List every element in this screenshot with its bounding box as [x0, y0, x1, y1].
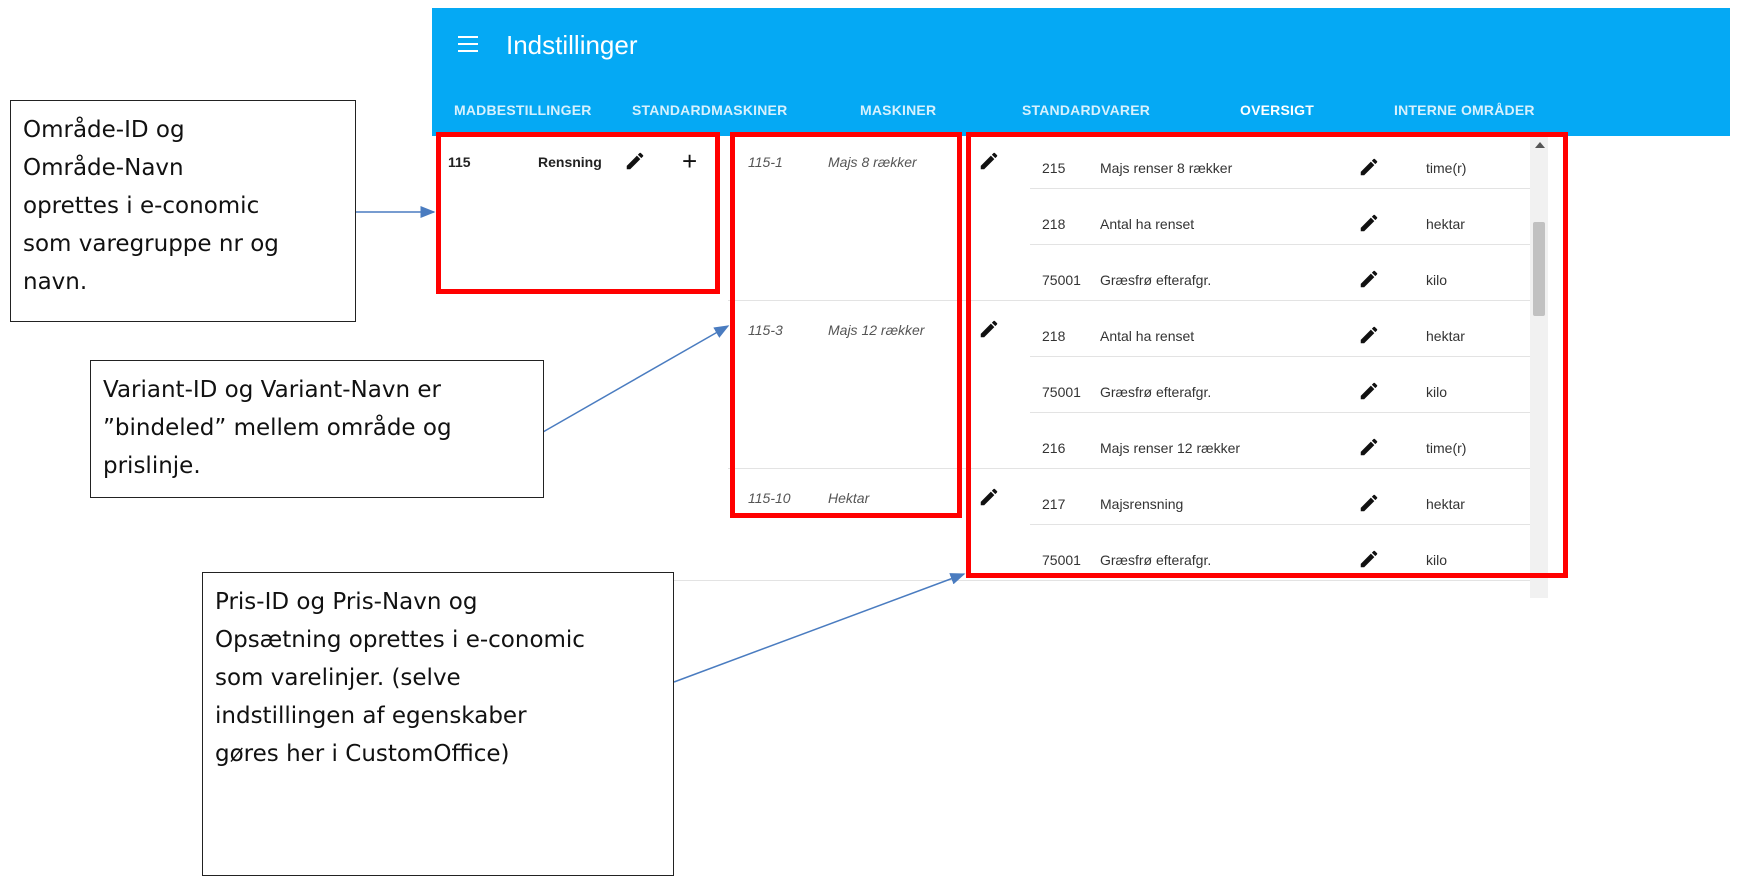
price-callout: Pris-ID og Pris-Navn og Opsætning oprett…: [202, 572, 674, 876]
area-callout: Område-ID og Område-Navn oprettes i e-co…: [10, 100, 356, 322]
variant-callout: Variant-ID og Variant-Navn er ”bindeled”…: [90, 360, 544, 498]
price-arrow: [673, 573, 966, 683]
variant-arrow: [542, 325, 730, 433]
